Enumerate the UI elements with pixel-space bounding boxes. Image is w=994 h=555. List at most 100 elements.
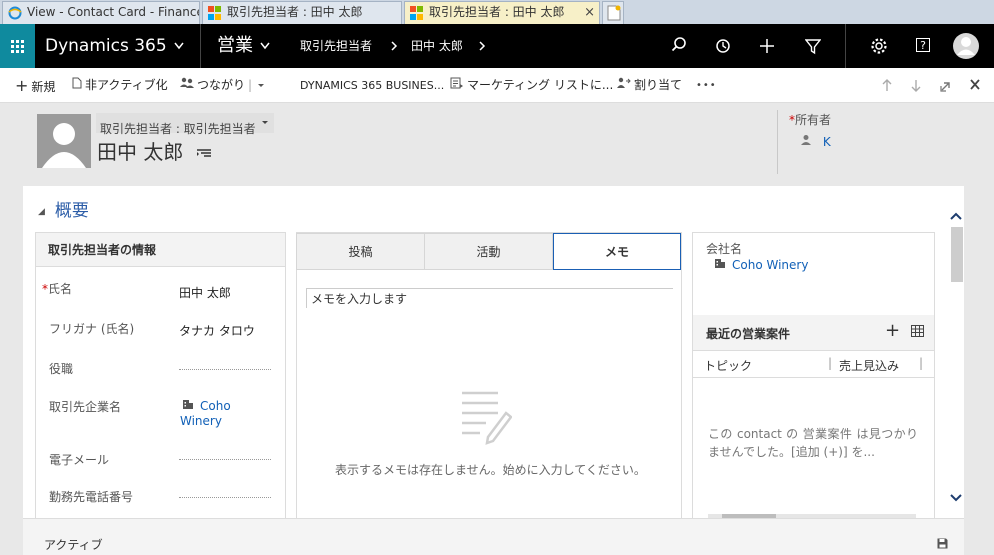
command-bar: + 新規 非アクティブ化 つながり | DYNAMICS 365 BUSINES.… [0,68,994,103]
building-icon [715,259,725,268]
module-menu[interactable]: 営業 [217,24,253,68]
building-icon [183,400,193,409]
chevron-down-icon[interactable] [259,24,271,68]
create-icon[interactable] [754,24,780,68]
contact-name-heading: 田中 太郎 [97,136,212,165]
breadcrumb-entity[interactable]: 取引先担当者 [300,24,372,68]
column-topic[interactable]: トピック [704,357,752,374]
contact-info-title: 取引先担当者の情報 [36,233,285,267]
people-icon [180,68,194,103]
nav-divider [845,24,846,68]
close-icon[interactable] [965,68,985,103]
chevron-right-icon [390,24,398,68]
field-input-jobtitle[interactable] [179,369,271,370]
gear-icon[interactable] [866,24,892,68]
notes-empty-icon [460,391,513,448]
nav-divider [200,24,201,68]
column-revenue[interactable]: 売上見込み [839,357,899,374]
app-title[interactable]: Dynamics 365 [45,24,167,68]
field-label-phone: 勤務先電話番号 [49,490,134,504]
add-to-marketing-list-button[interactable]: マーケティング リストに... [450,68,613,103]
opportunities-title: 最近の営業案件 [706,327,791,341]
list-icon [450,68,464,103]
field-input-phone[interactable] [179,497,271,498]
document-icon [72,68,82,103]
tab-posts[interactable]: 投稿 [296,233,425,270]
connect-dropdown[interactable] [256,68,266,103]
help-icon[interactable]: ? [910,24,936,68]
grid-view-icon[interactable] [911,325,924,340]
close-tab-icon[interactable]: × [584,2,595,23]
owner-value[interactable]: K [801,134,831,149]
save-icon[interactable] [937,538,948,552]
search-icon[interactable] [666,24,692,68]
add-opportunity-icon[interactable]: + [885,321,900,341]
opportunities-empty-message: この contact の 営業案件 は見つかりませんでした。[追加 (+)] を… [708,427,918,459]
field-label-account: 取引先企業名 [49,400,122,414]
scroll-thumb[interactable] [951,227,963,282]
user-icon [801,135,811,145]
scroll-down-icon[interactable] [948,490,964,506]
new-tab-icon [607,5,621,21]
status-text: アクティブ [44,538,103,552]
opportunities-columns: トピック | 売上見込み | [693,352,934,378]
app-nav-bar: Dynamics 365 営業 取引先担当者 田中 太郎 ? [0,24,994,68]
browser-tab-finance[interactable]: View - Contact Card - Finance ... [2,1,200,24]
arrow-down-icon[interactable] [906,68,926,103]
filter-icon[interactable] [800,24,826,68]
browser-tab-bar: View - Contact Card - Finance ... 取引先担当者… [0,0,994,24]
cmd-divider: | [248,78,253,92]
plus-icon: + [15,76,29,95]
chevron-down-icon [258,84,264,87]
arrow-up-icon[interactable] [877,68,897,103]
tab-activities[interactable]: 活動 [424,233,553,270]
field-value-fullname[interactable]: 田中 太郎 [179,284,231,301]
assign-button[interactable]: 割り当て [617,68,682,103]
connect-button[interactable]: つながり [180,68,245,103]
assign-icon [617,68,631,103]
ie-icon [8,6,22,20]
opportunities-header: 最近の営業案件 + [693,315,934,351]
notes-empty-message: 表示するメモは存在しません。始めに入力してください。 [335,463,646,477]
collapse-icon: ◢ [38,207,45,217]
chevron-down-icon[interactable] [173,24,185,68]
list-menu-icon[interactable] [196,145,212,159]
field-label-jobtitle: 役職 [49,362,74,376]
field-label-fullname: *氏名 [42,282,73,296]
popout-icon[interactable] [935,68,955,103]
section-summary-title[interactable]: ◢ 概要 [38,196,89,221]
contact-photo[interactable] [37,114,91,168]
breadcrumb-record[interactable]: 田中 太郎 [411,24,463,68]
user-avatar[interactable] [951,24,981,68]
status-footer: アクティブ [23,518,964,555]
field-value-furigana[interactable]: タナカ タロウ [179,322,255,339]
deactivate-button[interactable]: 非アクティブ化 [72,68,168,103]
field-value-account[interactable]: Coho Winery [180,399,275,429]
owner-label: *所有者 [789,113,832,127]
new-button[interactable]: + 新規 [15,68,55,103]
field-label-email: 電子メール [49,453,110,467]
waffle-icon [11,40,24,53]
page-scrollbar[interactable] [948,205,964,518]
dynamics-icon [208,6,222,20]
app-launcher-button[interactable] [0,24,35,68]
more-commands-button[interactable]: ••• [696,68,717,103]
field-input-email[interactable] [179,459,271,460]
dynamics-icon [410,6,424,20]
chevron-right-icon[interactable] [478,24,486,68]
browser-tab-contact[interactable]: 取引先担当者 : 田中 太郎 [202,1,402,24]
history-icon[interactable] [710,24,736,68]
company-label: 会社名 [706,242,743,256]
tab-notes[interactable]: メモ [553,233,681,270]
person-icon [42,123,86,168]
caret-down-icon [261,121,268,124]
form-selector[interactable]: 取引先担当者 : 取引先担当者 [96,113,274,136]
scroll-up-icon[interactable] [948,208,964,224]
header-divider [777,110,778,174]
new-tab-button[interactable] [602,1,624,24]
field-label-furigana: フリガナ (氏名) [49,322,135,336]
note-input[interactable]: メモを入力します [306,288,673,308]
dynamics-business-button[interactable]: DYNAMICS 365 BUSINES... [300,68,444,103]
browser-tab-contact-active[interactable]: 取引先担当者 : 田中 太郎 × [404,1,600,24]
company-value[interactable]: Coho Winery [714,258,808,272]
